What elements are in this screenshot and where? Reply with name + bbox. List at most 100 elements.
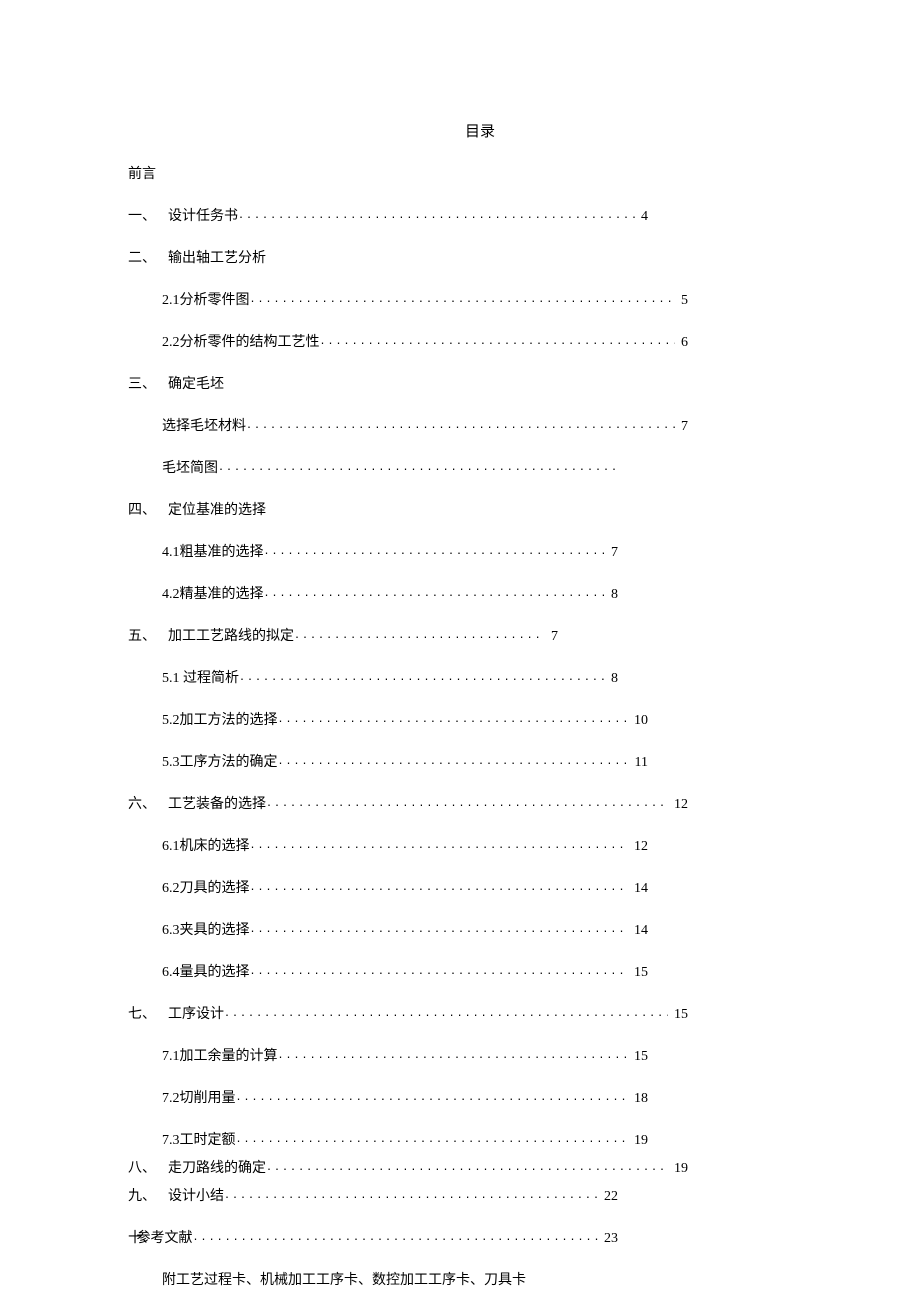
leader-dots: ........................................… — [250, 882, 629, 893]
section-label: 参考文献 — [137, 1227, 193, 1247]
leader-dots: ........................................… — [218, 462, 618, 473]
toc-subentry: 2.1分析零件图 ...............................… — [128, 289, 688, 309]
page-number: 11 — [629, 755, 648, 771]
page-number: 15 — [628, 965, 648, 981]
toc-subentry: 7.2切削用量 ................................… — [128, 1087, 648, 1107]
section-label: 7.3工时定额 — [162, 1129, 236, 1149]
section-label: 6.3夹具的选择 — [162, 919, 250, 939]
leader-dots: ........................................… — [250, 966, 629, 977]
section-number: 三、 — [128, 373, 168, 393]
section-label: 7.2切削用量 — [162, 1087, 236, 1107]
appendix-line: 附工艺过程卡、机械加工工序卡、数控加工工序卡、刀具卡 — [128, 1269, 792, 1289]
page-number: 23 — [598, 1231, 618, 1247]
toc-subentry: 5.3工序方法的确定 .............................… — [128, 751, 648, 771]
section-label: 5.1 过程简析 — [162, 667, 239, 687]
section-label: 选择毛坯材料 — [162, 415, 246, 435]
toc-subentry: 7.3工时定额 ................................… — [128, 1129, 648, 1149]
section-label: 4.2精基准的选择 — [162, 583, 264, 603]
leader-dots: ........................................… — [236, 1092, 629, 1103]
section-label: 4.1粗基准的选择 — [162, 541, 264, 561]
toc-subentry: 5.1 过程简析 ...............................… — [128, 667, 618, 687]
section-number: 七、 — [128, 1003, 168, 1023]
page-number: 7 — [605, 545, 618, 561]
section-number: 二、 — [128, 247, 168, 267]
section-label: 2.2分析零件的结构工艺性 — [162, 331, 320, 351]
leader-dots: ........................................… — [224, 1008, 668, 1019]
section-label: 5.2加工方法的选择 — [162, 709, 278, 729]
section-label: 6.2刀具的选择 — [162, 877, 250, 897]
toc-entry: 四、 定位基准的选择 — [128, 499, 792, 519]
preface: 前言 — [128, 163, 792, 183]
leader-dots: ........................................… — [238, 210, 635, 221]
toc-subentry: 毛坯简图 ...................................… — [128, 457, 618, 477]
section-label: 输出轴工艺分析 — [168, 247, 266, 267]
toc-subentry: 6.2刀具的选择 ...............................… — [128, 877, 648, 897]
leader-dots: ........................................… — [294, 630, 545, 641]
toc-subentry: 4.1粗基准的选择 ..............................… — [128, 541, 618, 561]
leader-dots: ........................................… — [264, 546, 606, 557]
leader-dots: ........................................… — [266, 798, 668, 809]
page-number: 10 — [628, 713, 648, 729]
toc-subentry: 5.2加工方法的选择 .............................… — [128, 709, 648, 729]
section-label: 设计小结 — [168, 1185, 224, 1205]
toc-subentry: 7.1加工余量的计算 .............................… — [128, 1045, 648, 1065]
section-label: 毛坯简图 — [162, 457, 218, 477]
page-number: 19 — [668, 1161, 688, 1177]
section-number: 十、 — [128, 1227, 137, 1247]
section-label: 7.1加工余量的计算 — [162, 1045, 278, 1065]
leader-dots: ........................................… — [250, 924, 629, 935]
section-label: 定位基准的选择 — [168, 499, 266, 519]
leader-dots: ........................................… — [264, 588, 606, 599]
page-number: 5 — [675, 293, 688, 309]
page-number: 8 — [605, 671, 618, 687]
page-number: 6 — [675, 335, 688, 351]
leader-dots: ........................................… — [278, 714, 629, 725]
toc-subentry: 6.1机床的选择 ...............................… — [128, 835, 648, 855]
page-number: 4 — [635, 209, 648, 225]
leader-dots: ........................................… — [266, 1162, 668, 1173]
toc-entry: 三、 确定毛坯 — [128, 373, 792, 393]
leader-dots: ........................................… — [278, 756, 629, 767]
section-number: 六、 — [128, 793, 168, 813]
page-number: 14 — [628, 881, 648, 897]
section-number: 九、 — [128, 1185, 168, 1205]
section-label: 确定毛坯 — [168, 373, 224, 393]
page-number: 22 — [598, 1189, 618, 1205]
page-number: 8 — [605, 587, 618, 603]
section-number: 一、 — [128, 205, 168, 225]
leader-dots: ........................................… — [250, 294, 676, 305]
leader-dots: ........................................… — [250, 840, 629, 851]
leader-dots: ........................................… — [224, 1190, 598, 1201]
toc-title: 目录 — [128, 120, 792, 141]
leader-dots: ........................................… — [193, 1232, 598, 1243]
toc-entry: 十、 参考文献 ................................… — [128, 1227, 618, 1247]
page-number: 19 — [628, 1133, 648, 1149]
leader-dots: ........................................… — [320, 336, 676, 347]
section-number: 四、 — [128, 499, 168, 519]
section-label: 6.1机床的选择 — [162, 835, 250, 855]
toc-entry: 九、 设计小结 ................................… — [128, 1185, 618, 1205]
page-number: 15 — [628, 1049, 648, 1065]
page-number: 7 — [675, 419, 688, 435]
page-number: 14 — [628, 923, 648, 939]
section-number: 八、 — [128, 1157, 168, 1177]
section-label: 设计任务书 — [168, 205, 238, 225]
toc-subentry: 选择毛坯材料 .................................… — [128, 415, 688, 435]
toc-entry: 八、 走刀路线的确定 .............................… — [128, 1157, 688, 1177]
toc-subentry: 6.4量具的选择 ...............................… — [128, 961, 648, 981]
section-label: 加工工艺路线的拟定 — [168, 625, 294, 645]
toc-entry: 六、 工艺装备的选择 .............................… — [128, 793, 688, 813]
leader-dots: ........................................… — [236, 1134, 629, 1145]
section-label: 工序设计 — [168, 1003, 224, 1023]
toc-subentry: 2.2分析零件的结构工艺性 ..........................… — [128, 331, 688, 351]
section-label: 2.1分析零件图 — [162, 289, 250, 309]
page-number: 15 — [668, 1007, 688, 1023]
section-label: 5.3工序方法的确定 — [162, 751, 278, 771]
section-label: 走刀路线的确定 — [168, 1157, 266, 1177]
leader-dots: ........................................… — [246, 420, 675, 431]
toc-entry: 七、 工序设计 ................................… — [128, 1003, 688, 1023]
leader-dots: ........................................… — [278, 1050, 629, 1061]
page-number: 7 — [545, 629, 558, 645]
page-number: 12 — [668, 797, 688, 813]
section-label: 6.4量具的选择 — [162, 961, 250, 981]
